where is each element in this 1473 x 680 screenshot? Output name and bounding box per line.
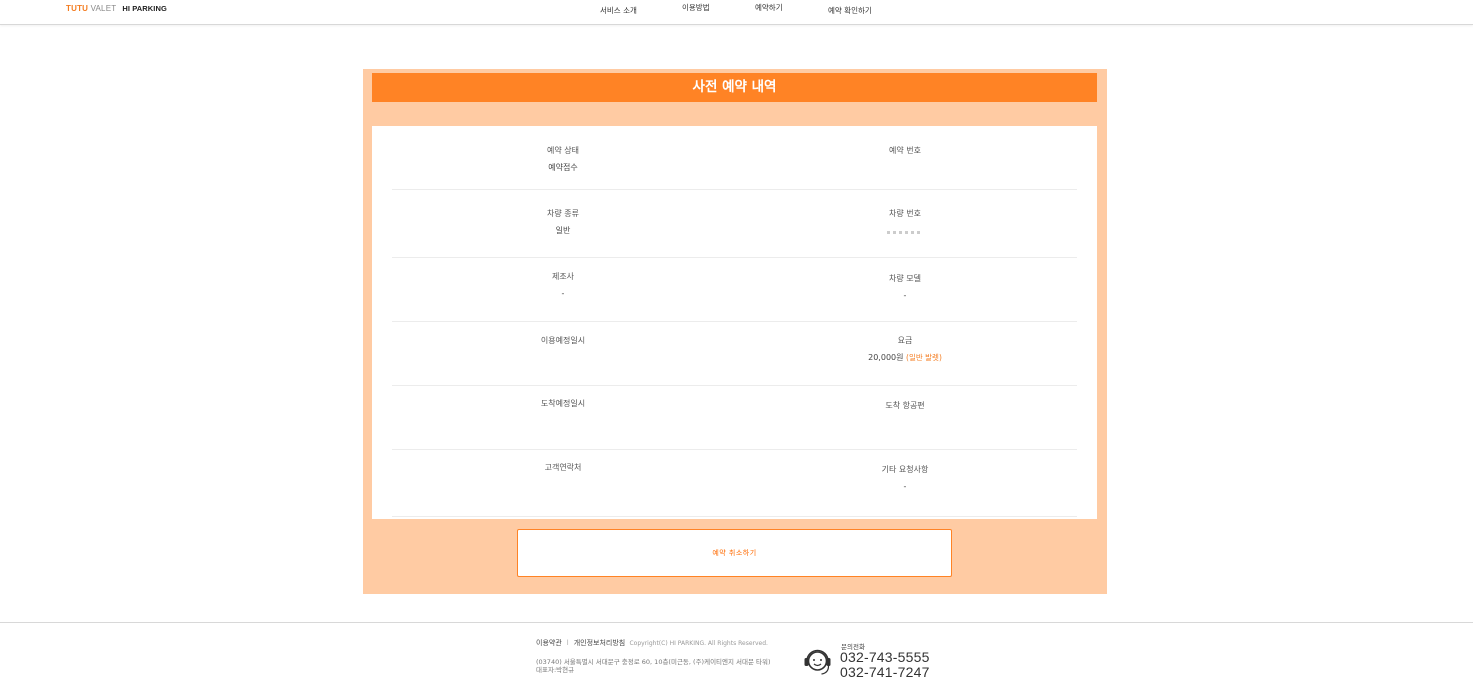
reservation-number-cell: 예약 번호 <box>734 126 1076 163</box>
footer-separator: l <box>566 639 569 647</box>
arrival-flight-cell: 도착 항공편 <box>734 386 1076 418</box>
arrival-flight-label: 도착 항공편 <box>885 401 925 410</box>
page-title: 사전 예약 내역 <box>372 73 1097 102</box>
cancel-reservation-button[interactable]: 예약 취소하기 <box>517 529 952 577</box>
copyright-text: Copyright(C) HI PARKING. All Rights Rese… <box>629 640 768 647</box>
customer-contact-label: 고객연락처 <box>544 463 582 472</box>
site-logo[interactable]: TUTU VALET HI PARKING <box>66 3 167 13</box>
car-type-label: 차량 종류 <box>547 209 579 218</box>
fee-type-note: (일반 발렛) <box>906 353 942 362</box>
other-requests-value: - <box>903 482 907 491</box>
nav-service-intro[interactable]: 서비스 소개 <box>600 5 637 16</box>
scheduled-date-label: 이용예정일시 <box>540 336 586 345</box>
status-cell: 예약 상태 예약접수 <box>392 126 734 173</box>
phone-number-1[interactable]: 032-743-5555 <box>840 649 930 665</box>
terms-link[interactable]: 이용약관 <box>536 639 562 647</box>
nav-how-to-use[interactable]: 이용방법 <box>682 2 710 13</box>
arrival-date-label: 도착예정일시 <box>540 399 586 408</box>
manufacturer-label: 제조사 <box>551 272 575 281</box>
fee-value: 20,000원 (일반 발렛) <box>734 353 1076 363</box>
manufacturer-value: - <box>561 289 565 298</box>
company-address: (03740) 서울특별시 서대문구 충정로 60, 10층(미근동, (주)케… <box>536 658 771 674</box>
site-header: TUTU VALET HI PARKING 서비스 소개 이용방법 예약하기 예… <box>0 0 1473 25</box>
detail-row: 제조사 - 차량 모델 - <box>392 258 1077 322</box>
car-type-value: 일반 <box>555 226 571 235</box>
reservation-card: 사전 예약 내역 예약 상태 예약접수 예약 번호 차량 종류 일반 차량 번호 <box>363 69 1107 594</box>
nav-reserve[interactable]: 예약하기 <box>755 2 783 13</box>
car-model-cell: 차량 모델 - <box>734 258 1076 301</box>
car-number-value-masked <box>734 219 1076 238</box>
detail-row: 차량 종류 일반 차량 번호 <box>392 194 1077 258</box>
nav-check-reservation[interactable]: 예약 확인하기 <box>828 5 872 16</box>
footer-links: 이용약관 l 개인정보처리방침 Copyright(C) HI PARKING. A… <box>536 638 768 648</box>
customer-contact-cell: 고객연락처 <box>392 450 734 480</box>
fee-amount: 20,000원 <box>868 353 904 362</box>
hiparking-logo: HI PARKING <box>122 3 167 13</box>
fee-label: 요금 <box>897 336 913 345</box>
status-value: 예약접수 <box>548 163 578 172</box>
detail-row: 이용예정일시 요금 20,000원 (일반 발렛) <box>392 322 1077 386</box>
scheduled-date-cell: 이용예정일시 <box>392 322 734 353</box>
other-requests-label: 기타 요청사항 <box>881 465 929 474</box>
privacy-link[interactable]: 개인정보처리방침 <box>574 639 626 647</box>
other-requests-cell: 기타 요청사항 - <box>734 450 1076 492</box>
turu-valet-logo: TUTU VALET <box>66 3 117 13</box>
car-type-cell: 차량 종류 일반 <box>392 194 734 236</box>
detail-row: 예약 상태 예약접수 예약 번호 <box>392 126 1077 190</box>
detail-row: 고객연락처 기타 요청사항 - <box>392 450 1077 517</box>
car-number-label: 차량 번호 <box>889 209 921 218</box>
car-model-label: 차량 모델 <box>889 274 921 283</box>
phone-number-2[interactable]: 032-741-7247 <box>840 664 930 680</box>
site-footer: 이용약관 l 개인정보처리방침 Copyright(C) HI PARKING. A… <box>0 622 1473 680</box>
manufacturer-cell: 제조사 - <box>392 258 734 299</box>
car-number-cell: 차량 번호 <box>734 194 1076 238</box>
reservation-number-label: 예약 번호 <box>889 146 921 155</box>
fee-cell: 요금 20,000원 (일반 발렛) <box>734 322 1076 363</box>
detail-row: 도착예정일시 도착 항공편 <box>392 386 1077 450</box>
status-label: 예약 상태 <box>547 146 579 155</box>
reservation-details: 예약 상태 예약접수 예약 번호 차량 종류 일반 차량 번호 제조사 - 차량… <box>372 126 1097 519</box>
arrival-date-cell: 도착예정일시 <box>392 386 734 416</box>
car-model-value: - <box>903 291 907 300</box>
headset-icon <box>804 649 831 675</box>
